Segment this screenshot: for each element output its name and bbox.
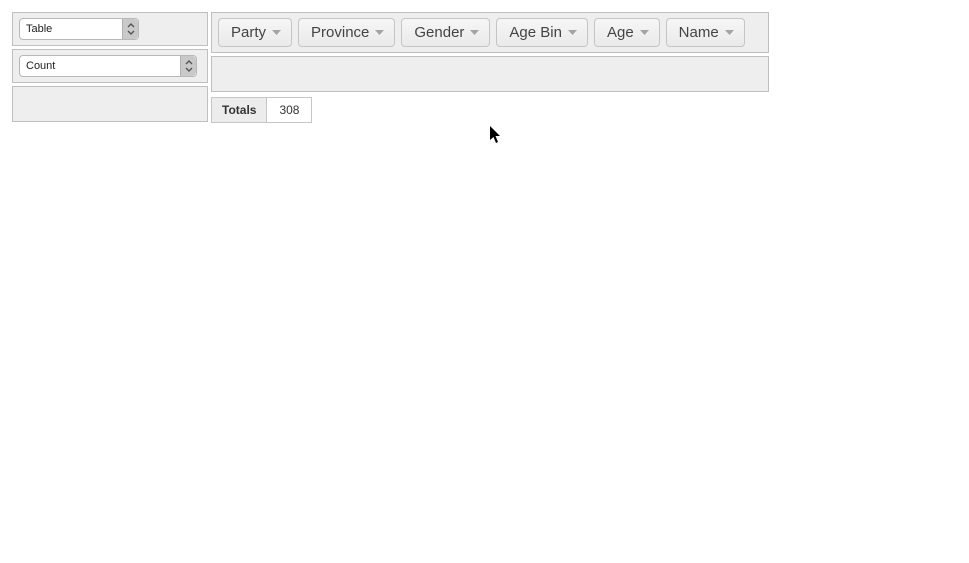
aggregator-value: Count (26, 60, 55, 72)
attr-label: Name (679, 24, 719, 41)
attr-pill-age[interactable]: Age (594, 18, 660, 47)
totals-label: Totals (212, 98, 267, 123)
attr-label: Party (231, 24, 266, 41)
cols-dropzone[interactable] (211, 56, 769, 92)
caret-down-icon (470, 30, 479, 36)
unused-attrs-row[interactable]: Party Province Gender Age Bin Age Name (211, 12, 769, 53)
attr-label: Province (311, 24, 369, 41)
renderer-value: Table (26, 23, 52, 35)
left-column: Table Count (12, 12, 208, 123)
attr-pill-province[interactable]: Province (298, 18, 395, 47)
attr-label: Age Bin (509, 24, 562, 41)
updown-stepper-icon (180, 56, 196, 76)
renderer-select[interactable]: Table (19, 18, 139, 40)
aggregator-cell: Count (12, 49, 208, 83)
pivot-output: Totals 308 (211, 97, 769, 123)
rows-dropzone[interactable] (12, 86, 208, 122)
caret-down-icon (640, 30, 649, 36)
updown-stepper-icon (122, 19, 138, 39)
caret-down-icon (272, 30, 281, 36)
attr-label: Gender (414, 24, 464, 41)
attr-pill-age-bin[interactable]: Age Bin (496, 18, 588, 47)
pivot-table: Totals 308 (211, 97, 312, 123)
grand-total-value: 308 (267, 98, 312, 123)
attr-label: Age (607, 24, 634, 41)
attr-pill-gender[interactable]: Gender (401, 18, 490, 47)
attr-pill-party[interactable]: Party (218, 18, 292, 47)
renderer-cell: Table (12, 12, 208, 46)
caret-down-icon (375, 30, 384, 36)
caret-down-icon (725, 30, 734, 36)
attr-pill-name[interactable]: Name (666, 18, 745, 47)
pivot-ui: Table Count (0, 0, 969, 135)
table-row: Totals 308 (212, 98, 312, 123)
caret-down-icon (568, 30, 577, 36)
right-column: Party Province Gender Age Bin Age Name (211, 12, 769, 123)
aggregator-select[interactable]: Count (19, 55, 197, 77)
